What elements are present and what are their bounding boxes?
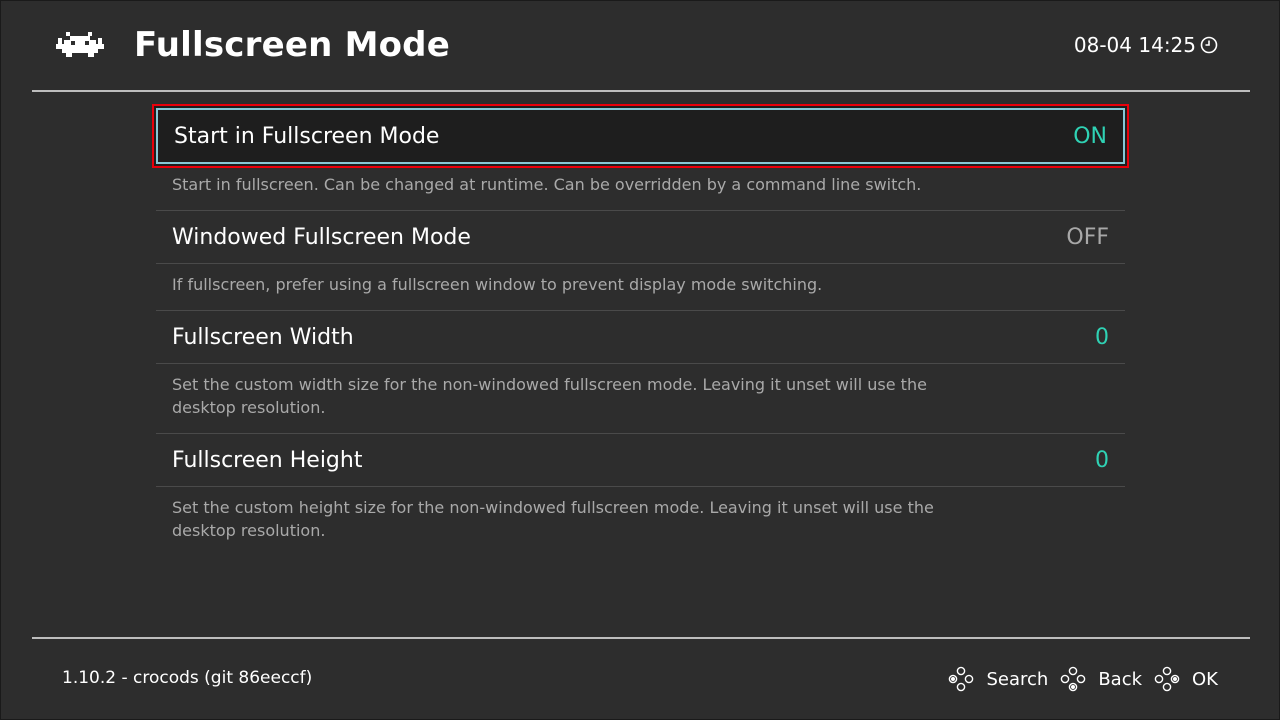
clock: 08-04 14:25 — [1074, 32, 1218, 58]
setting-fullscreen-height: Fullscreen Height 0 Set the custom heigh… — [156, 434, 1125, 556]
hint-label: OK — [1192, 668, 1218, 690]
setting-row[interactable]: Fullscreen Width 0 — [156, 311, 1125, 363]
retroarch-invader-icon — [56, 32, 104, 57]
header: Fullscreen Mode 08-04 14:25 — [0, 0, 1280, 92]
setting-row[interactable]: Fullscreen Height 0 — [156, 434, 1125, 486]
setting-description: Set the custom height size for the non-w… — [172, 498, 934, 540]
hint-ok[interactable]: OK — [1154, 666, 1218, 692]
setting-fullscreen-width: Fullscreen Width 0 Set the custom width … — [156, 311, 1125, 434]
setting-label: Fullscreen Height — [172, 447, 363, 473]
setting-value: OFF — [1066, 224, 1109, 250]
settings-list: Start in Fullscreen Mode ON Start in ful… — [156, 108, 1125, 556]
hint-label: Search — [986, 668, 1049, 690]
gamepad-buttons-icon — [1061, 666, 1086, 692]
setting-description: If fullscreen, prefer using a fullscreen… — [172, 275, 823, 294]
gamepad-buttons-icon — [949, 666, 974, 692]
setting-description: Set the custom width size for the non-wi… — [172, 375, 927, 417]
setting-start-in-fullscreen: Start in Fullscreen Mode ON Start in ful… — [156, 108, 1125, 211]
setting-value: 0 — [1095, 324, 1109, 350]
setting-value: ON — [1073, 123, 1107, 149]
setting-row[interactable]: Start in Fullscreen Mode ON — [156, 108, 1125, 164]
clock-icon — [1200, 36, 1218, 54]
header-divider — [32, 90, 1250, 92]
setting-row[interactable]: Windowed Fullscreen Mode OFF — [156, 211, 1125, 263]
setting-windowed-fullscreen: Windowed Fullscreen Mode OFF If fullscre… — [156, 211, 1125, 311]
version-label: 1.10.2 - crocods (git 86eeccf) — [62, 668, 313, 688]
hint-back[interactable]: Back — [1060, 666, 1142, 692]
footer-divider — [32, 637, 1250, 639]
hint-search[interactable]: Search — [948, 666, 1048, 692]
clock-text: 08-04 14:25 — [1073, 33, 1196, 57]
page-title: Fullscreen Mode — [134, 25, 450, 65]
setting-label: Start in Fullscreen Mode — [174, 123, 440, 149]
setting-label: Windowed Fullscreen Mode — [172, 224, 471, 250]
hint-label: Back — [1098, 668, 1143, 690]
setting-description: Start in fullscreen. Can be changed at r… — [172, 175, 922, 194]
setting-label: Fullscreen Width — [172, 324, 354, 350]
setting-value: 0 — [1095, 447, 1109, 473]
button-hints: Search Back OK — [948, 666, 1218, 692]
gamepad-buttons-icon — [1154, 666, 1180, 692]
